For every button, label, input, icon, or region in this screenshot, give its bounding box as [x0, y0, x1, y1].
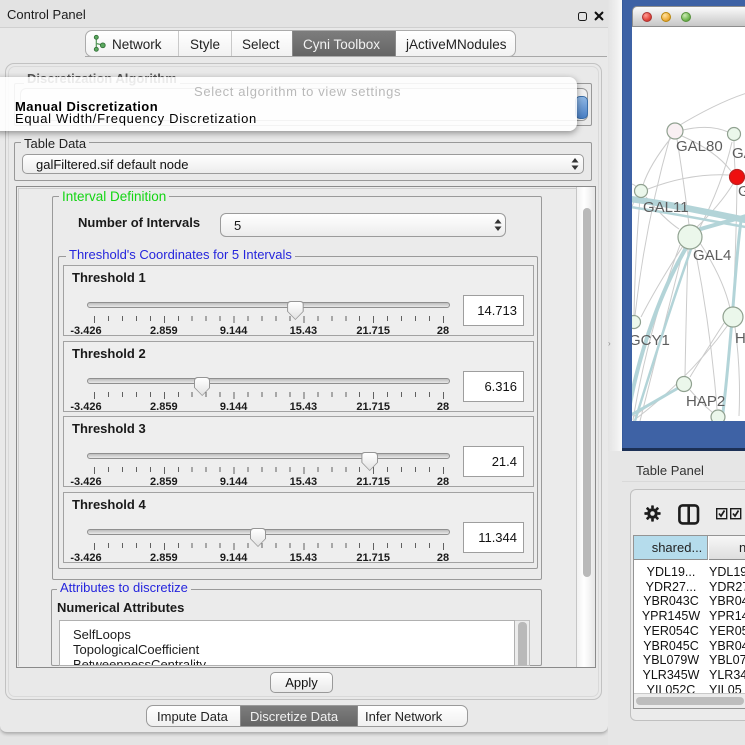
svg-text:GAL4: GAL4: [693, 247, 731, 264]
svg-text:H: H: [735, 330, 745, 347]
svg-text:GAL80: GAL80: [676, 138, 723, 155]
svg-text:G: G: [738, 183, 745, 200]
svg-text:GCY1: GCY1: [632, 332, 670, 349]
svg-text:GA: GA: [732, 145, 745, 162]
svg-text:HAP2: HAP2: [686, 393, 725, 410]
svg-text:GAL11: GAL11: [643, 199, 689, 216]
